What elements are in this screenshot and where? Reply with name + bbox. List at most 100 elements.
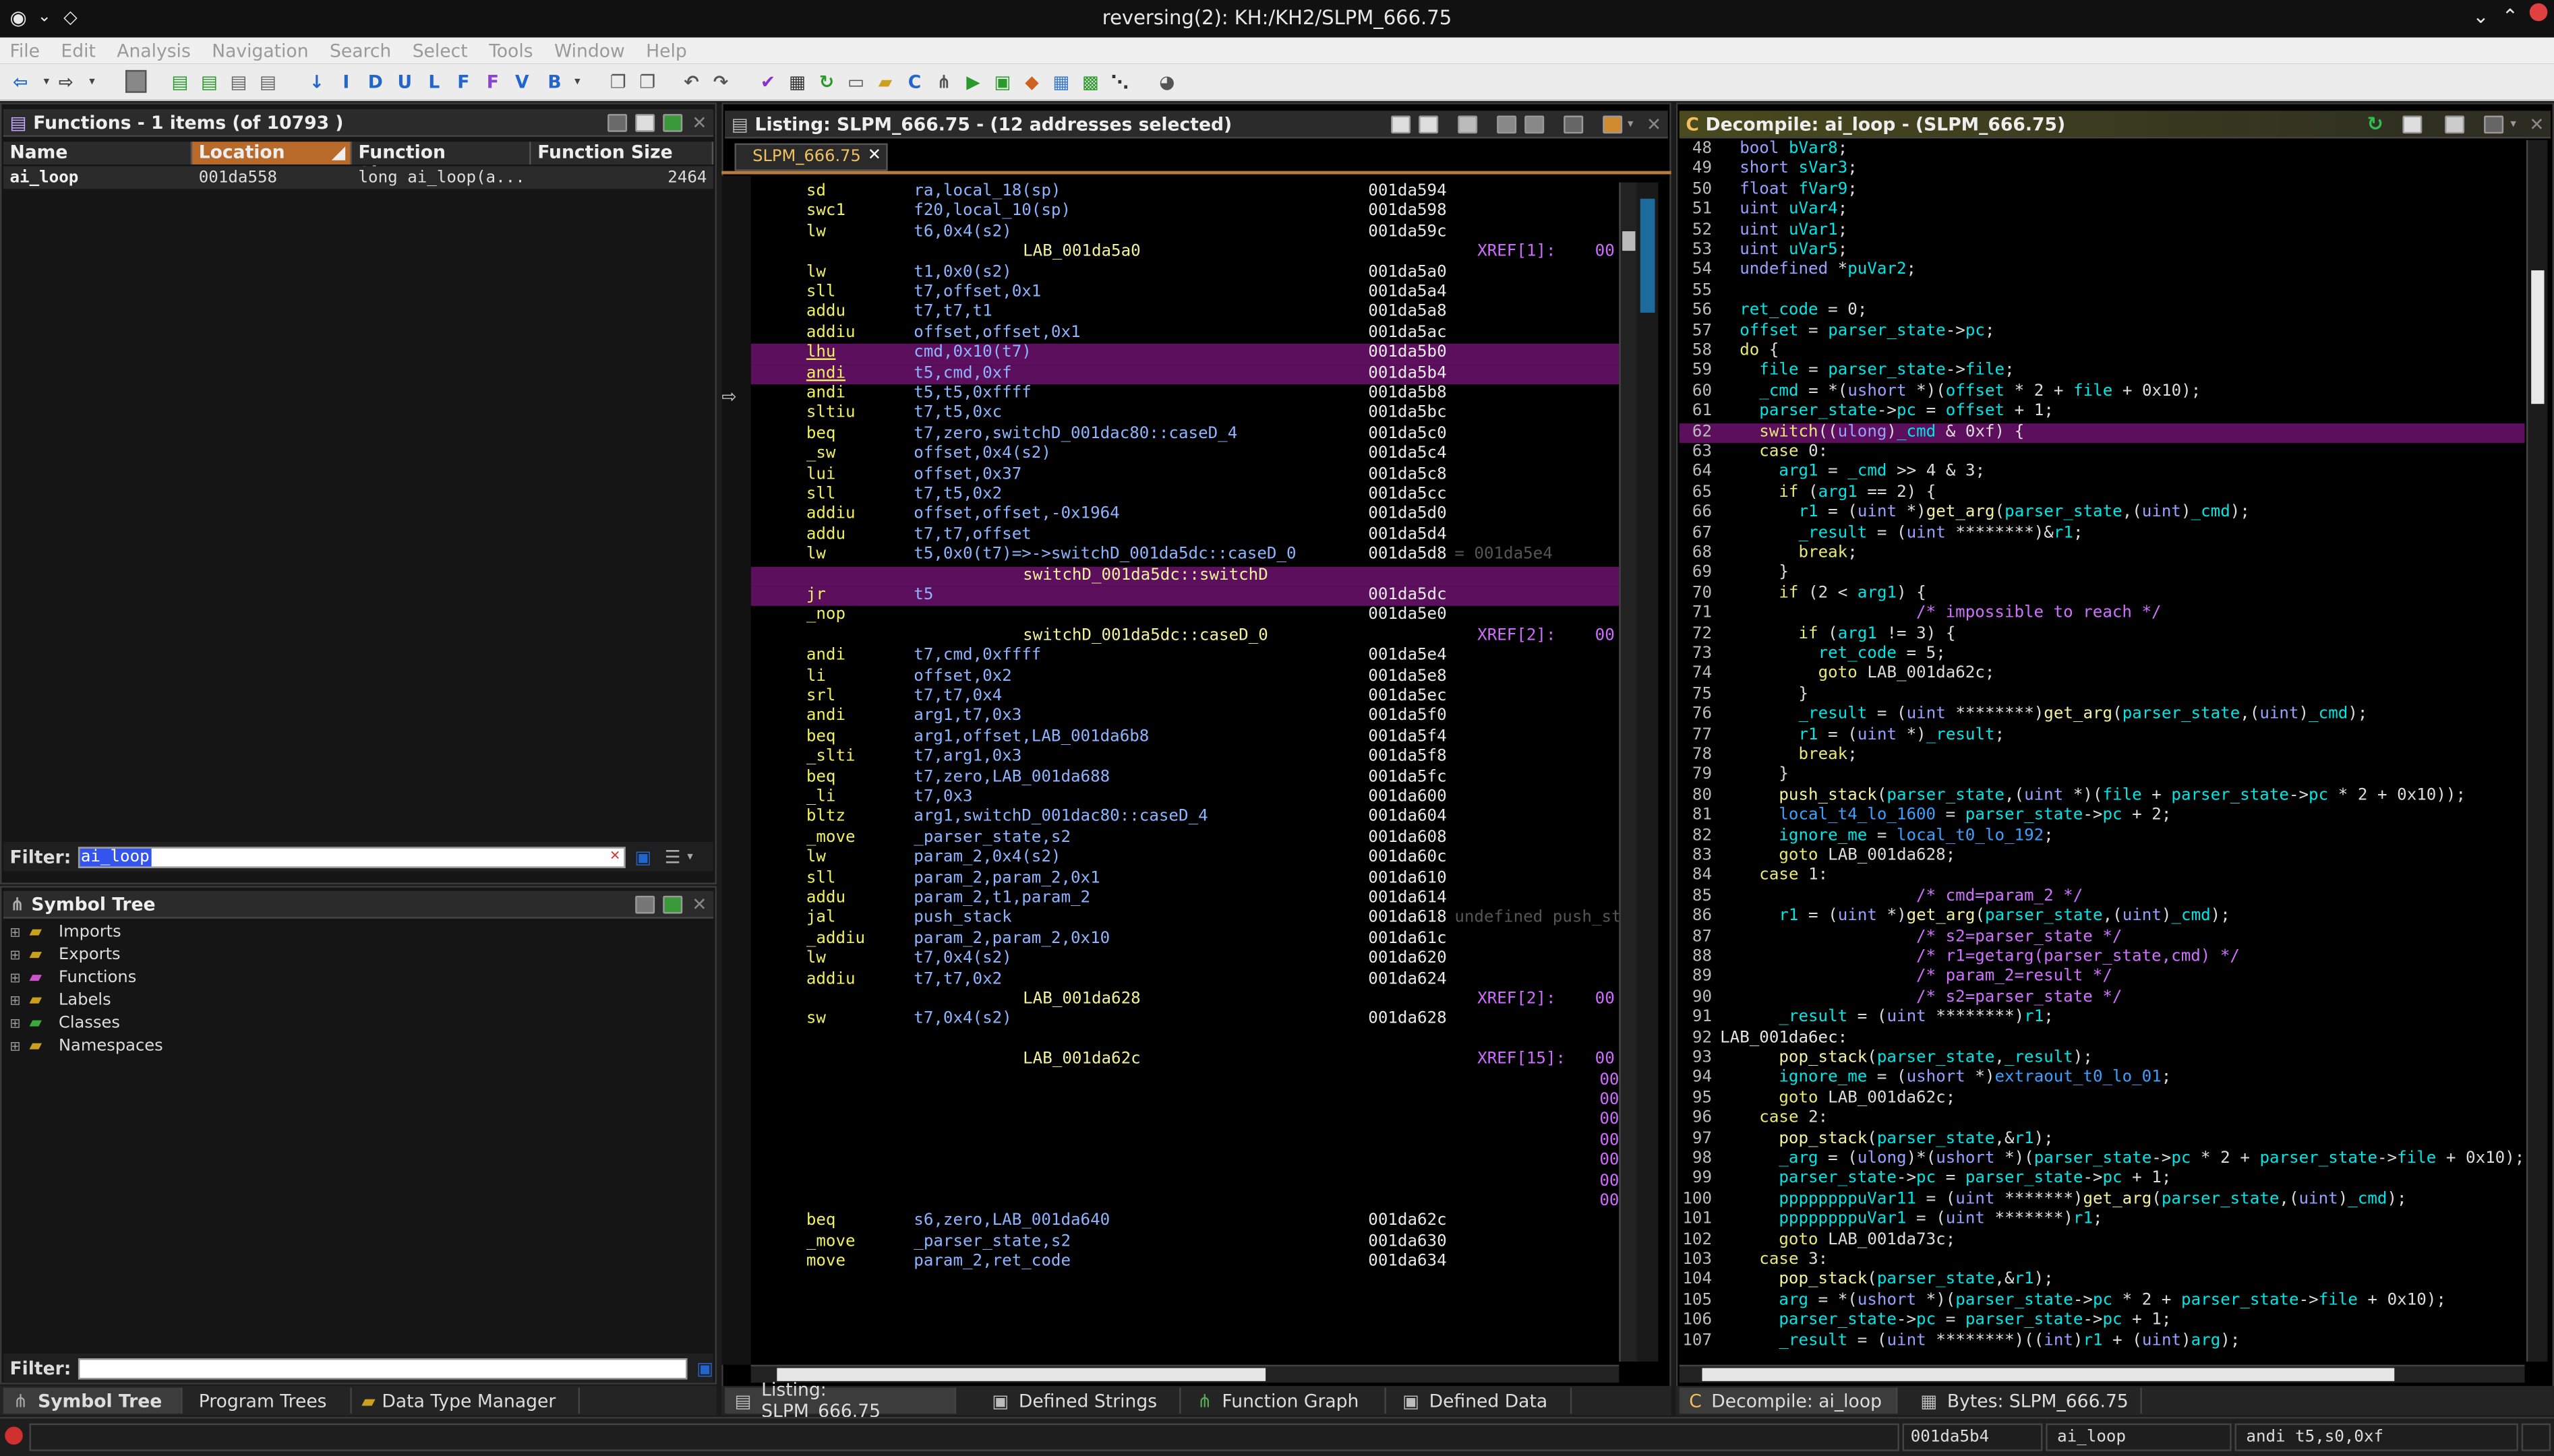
decompile-line[interactable]: 62 switch((ulong)_cmd & 0xf) { bbox=[1679, 423, 2525, 444]
listing-label-line[interactable]: switchD_001da5dc::caseD_0 XREF[2]: 00 bbox=[751, 627, 1620, 647]
decompile-line[interactable]: 87 /* s2=parser_state */ bbox=[1680, 928, 2525, 948]
menu-tools[interactable]: Tools bbox=[489, 40, 533, 61]
tab-symbol-tree[interactable]: ⋔ Symbol Tree bbox=[3, 1387, 183, 1414]
listing-line[interactable]: _move _parser_state,s2 001da630 bbox=[751, 1233, 1620, 1253]
decompile-line[interactable]: 93 pop_stack(parser_state,_result); bbox=[1680, 1049, 2525, 1069]
listing-line[interactable]: srl t7,t7,0x4 001da5ec bbox=[751, 688, 1620, 708]
listing-line[interactable]: sll param_2,param_2,0x1 001da610 bbox=[751, 869, 1620, 889]
column-location[interactable]: Location ◢ bbox=[192, 142, 352, 165]
expand-icon[interactable]: ⊞ bbox=[9, 1013, 29, 1036]
listing-line[interactable]: andi arg1,t7,0x3 001da5f0 bbox=[751, 708, 1620, 728]
decompile-line[interactable]: 68 break; bbox=[1680, 544, 2525, 564]
filter-input[interactable]: ai_loop ✕ bbox=[78, 846, 625, 868]
filter-apply-icon[interactable]: ▣ bbox=[696, 1358, 713, 1378]
layout-dropdown-icon[interactable]: ▾ bbox=[1628, 117, 1633, 130]
listing-label-line[interactable]: LAB_001da5a0 XREF[1]: 00 bbox=[751, 243, 1620, 263]
close-icon[interactable]: ✕ bbox=[692, 893, 707, 914]
filter-options-icon[interactable] bbox=[607, 113, 627, 131]
label-icon[interactable]: L bbox=[423, 70, 444, 93]
cursor-icon[interactable] bbox=[1458, 115, 1478, 133]
listing-line[interactable]: lui offset,0x37 001da5c8 bbox=[751, 465, 1620, 485]
decompile-line[interactable]: 106 parser_state->pc = parser_state->pc … bbox=[1680, 1311, 2525, 1331]
menu-analysis[interactable]: Analysis bbox=[117, 40, 191, 61]
decompile-line[interactable]: 89 /* param_2=result */ bbox=[1680, 968, 2525, 988]
tab-decompile[interactable]: C Decompile: ai_loop bbox=[1679, 1387, 1898, 1414]
decompile-line[interactable]: 80 push_stack(parser_state,(uint *)(file… bbox=[1680, 786, 2525, 806]
tree-item-labels[interactable]: ⊞ ▰ Labels bbox=[9, 990, 162, 1013]
close-icon[interactable]: ✕ bbox=[692, 112, 707, 133]
snapshot-icon[interactable] bbox=[1564, 115, 1584, 133]
decompile-line[interactable]: 76 _result = (uint ********)get_arg(pars… bbox=[1680, 706, 2525, 726]
edit-fields-icon[interactable] bbox=[1497, 115, 1517, 133]
memory-map-icon[interactable]: ▦ bbox=[787, 70, 808, 93]
decompile-line[interactable]: 57 offset = parser_state->pc; bbox=[1680, 322, 2525, 342]
decompile-line[interactable]: 101 ppppppppuVar1 = (uint *******)r1; bbox=[1680, 1211, 2525, 1231]
decompile-line[interactable]: 91 _result = (uint ********)r1; bbox=[1680, 1008, 2525, 1029]
listing-line[interactable]: andi t5,cmd,0xf 001da5b4 bbox=[750, 364, 1620, 385]
listing-line[interactable]: move param_2,ret_code 001da634 bbox=[751, 1252, 1620, 1273]
listing-line[interactable]: bltz arg1,switchD_001dac80::caseD_4 001da6… bbox=[751, 808, 1620, 828]
listing-line[interactable]: andi t7,cmd,0xffff 001da5e4 bbox=[751, 647, 1620, 667]
decompile-line[interactable]: 67 _result = (uint ********)&r1; bbox=[1680, 524, 2525, 544]
listing-line[interactable]: sw t7,0x4(s2) 001da628 bbox=[751, 1010, 1620, 1031]
decompile-line[interactable]: 78 break; bbox=[1680, 746, 2525, 766]
refresh-icon[interactable]: ↻ bbox=[816, 70, 837, 93]
listing-overview-bar[interactable] bbox=[1636, 182, 1659, 1362]
decompile-line[interactable]: 95 goto LAB_001da62c; bbox=[1680, 1089, 2525, 1110]
close-icon[interactable]: ✕ bbox=[1646, 113, 1661, 134]
decompile-line[interactable]: 72 if (arg1 != 3) { bbox=[1680, 625, 2525, 645]
decompile-line[interactable]: 64 arg1 = _cmd >> 4 & 3; bbox=[1680, 463, 2525, 483]
decompile-line[interactable]: 82 ignore_me = local_t0_lo_192; bbox=[1680, 826, 2525, 847]
listing-line[interactable]: jr t5 001da5dc bbox=[750, 586, 1620, 607]
listing-line[interactable]: _sw offset,0x4(s2) 001da5c4 bbox=[751, 445, 1620, 465]
decompile-line[interactable]: 75 } bbox=[1680, 686, 2525, 706]
listing-line[interactable]: sd ra,local_18(sp) 001da594 bbox=[751, 183, 1620, 203]
call-tree-icon[interactable]: ⋔ bbox=[933, 70, 954, 93]
listing-line[interactable]: addu param_2,t1,param_2 001da614 bbox=[751, 889, 1620, 909]
decompile-line[interactable]: 100 ppppppppuVar11 = (uint *******)get_a… bbox=[1680, 1190, 2525, 1211]
run-icon[interactable]: ▶ bbox=[963, 70, 984, 93]
decompile-line[interactable]: 69 } bbox=[1680, 564, 2525, 584]
snapshot-icon[interactable] bbox=[2484, 115, 2504, 133]
maximize-icon[interactable]: ⌃ bbox=[2502, 5, 2518, 28]
table-row[interactable]: ai_loop 001da558 long ai_loop(a... 2464 bbox=[3, 166, 714, 189]
listing-line[interactable]: addu t7,t7,t1 001da5a8 bbox=[751, 303, 1620, 324]
next-instruction-icon[interactable]: ▤ bbox=[169, 70, 190, 93]
listing-line[interactable]: 00 bbox=[751, 1132, 1619, 1152]
undefined-icon[interactable]: U bbox=[394, 70, 415, 93]
listing-line[interactable]: andi t5,t5,0xffff 001da5b8 bbox=[751, 384, 1620, 404]
column-signature[interactable]: Function Signature bbox=[351, 142, 531, 184]
listing-line[interactable]: sll t7,offset,0x1 001da5a4 bbox=[751, 283, 1620, 303]
undo-icon[interactable]: ↶ bbox=[681, 70, 702, 93]
edit-signature-icon[interactable] bbox=[2445, 115, 2465, 133]
snapshot-icon[interactable] bbox=[662, 113, 682, 131]
decompile-line[interactable]: 81 local_t4_lo_1600 = parser_state->pc +… bbox=[1680, 806, 2525, 826]
chart-icon[interactable]: ▩ bbox=[1080, 70, 1101, 93]
data-icon[interactable]: D bbox=[365, 70, 386, 93]
listing-line[interactable]: 00 bbox=[751, 1112, 1619, 1132]
scroll-thumb[interactable] bbox=[1622, 231, 1636, 251]
tree-item-functions[interactable]: ⊞ ▰ Functions bbox=[9, 967, 162, 990]
listing-line[interactable]: addu t7,t7,offset 001da5d4 bbox=[751, 526, 1620, 546]
listing-line[interactable]: beq t7,zero,switchD_001dac80::caseD_4 001d… bbox=[751, 425, 1620, 445]
decompile-line[interactable]: 94 ignore_me = (ushort *)extraout_t0_lo_… bbox=[1680, 1069, 2525, 1089]
tab-defined-strings[interactable]: ▣ Defined Strings bbox=[982, 1387, 1181, 1414]
decompile-vertical-scrollbar[interactable] bbox=[2526, 140, 2548, 1362]
decompile-line[interactable]: 79 } bbox=[1680, 766, 2525, 787]
menu-help[interactable]: Help bbox=[646, 40, 687, 61]
help-icon[interactable]: ◕ bbox=[1156, 70, 1177, 93]
listing-line[interactable]: _nop 001da5e0 bbox=[751, 607, 1620, 627]
menu-select[interactable]: Select bbox=[413, 40, 468, 61]
expand-icon[interactable]: ⊞ bbox=[9, 967, 29, 990]
tab-data-type-manager[interactable]: ▰ Data Type Manager bbox=[352, 1387, 581, 1414]
scroll-thumb[interactable] bbox=[1702, 1368, 2395, 1381]
scroll-thumb[interactable] bbox=[2531, 270, 2545, 404]
listing-line[interactable]: 00 bbox=[751, 1192, 1619, 1213]
decompile-line[interactable]: 88 /* r1=getarg(parser_state,cmd) */ bbox=[1680, 948, 2525, 968]
listing-label-line[interactable]: LAB_001da62c XREF[15]: 00 bbox=[751, 1051, 1620, 1071]
copy-icon[interactable] bbox=[634, 113, 655, 131]
column-name[interactable]: Name bbox=[3, 142, 193, 165]
column-size[interactable]: Function Size bbox=[531, 142, 714, 165]
decompile-line[interactable]: 85 /* cmd=param_2 */ bbox=[1680, 887, 2525, 907]
listing-line[interactable]: beq s6,zero,LAB_001da640 001da62c bbox=[751, 1213, 1620, 1233]
